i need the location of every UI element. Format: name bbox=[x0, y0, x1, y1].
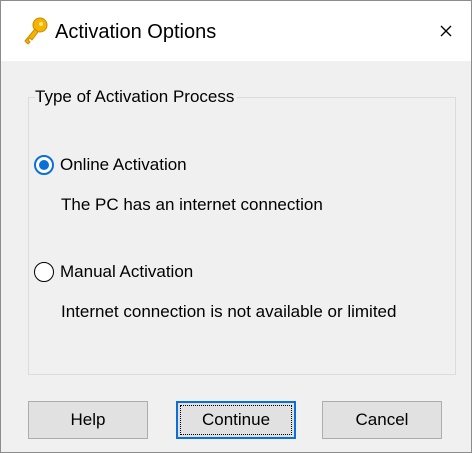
cancel-button[interactable]: Cancel bbox=[322, 401, 442, 439]
cancel-button-label: Cancel bbox=[355, 410, 409, 429]
manual-activation-radio[interactable] bbox=[34, 262, 54, 282]
group-legend: Type of Activation Process bbox=[35, 87, 238, 107]
title-bar: Activation Options bbox=[1, 1, 471, 61]
close-button[interactable] bbox=[429, 15, 463, 47]
online-activation-description: The PC has an internet connection bbox=[61, 195, 323, 214]
key-icon bbox=[22, 17, 48, 45]
help-button-label: Help bbox=[70, 410, 106, 429]
manual-activation-option[interactable]: Manual Activation bbox=[34, 260, 193, 284]
online-activation-radio[interactable] bbox=[34, 155, 54, 175]
continue-button[interactable]: Continue bbox=[176, 401, 296, 439]
manual-activation-description: Internet connection is not available or … bbox=[61, 302, 397, 321]
online-activation-option[interactable]: Online Activation bbox=[34, 153, 187, 177]
dialog-title: Activation Options bbox=[55, 21, 217, 43]
continue-button-label: Continue bbox=[201, 410, 271, 429]
close-icon bbox=[440, 25, 452, 37]
help-button[interactable]: Help bbox=[28, 401, 148, 439]
online-activation-label: Online Activation bbox=[60, 155, 187, 174]
manual-activation-label: Manual Activation bbox=[60, 262, 194, 281]
activation-type-group bbox=[28, 97, 456, 375]
activation-options-dialog: Activation Options Type of Activation Pr… bbox=[0, 0, 472, 453]
